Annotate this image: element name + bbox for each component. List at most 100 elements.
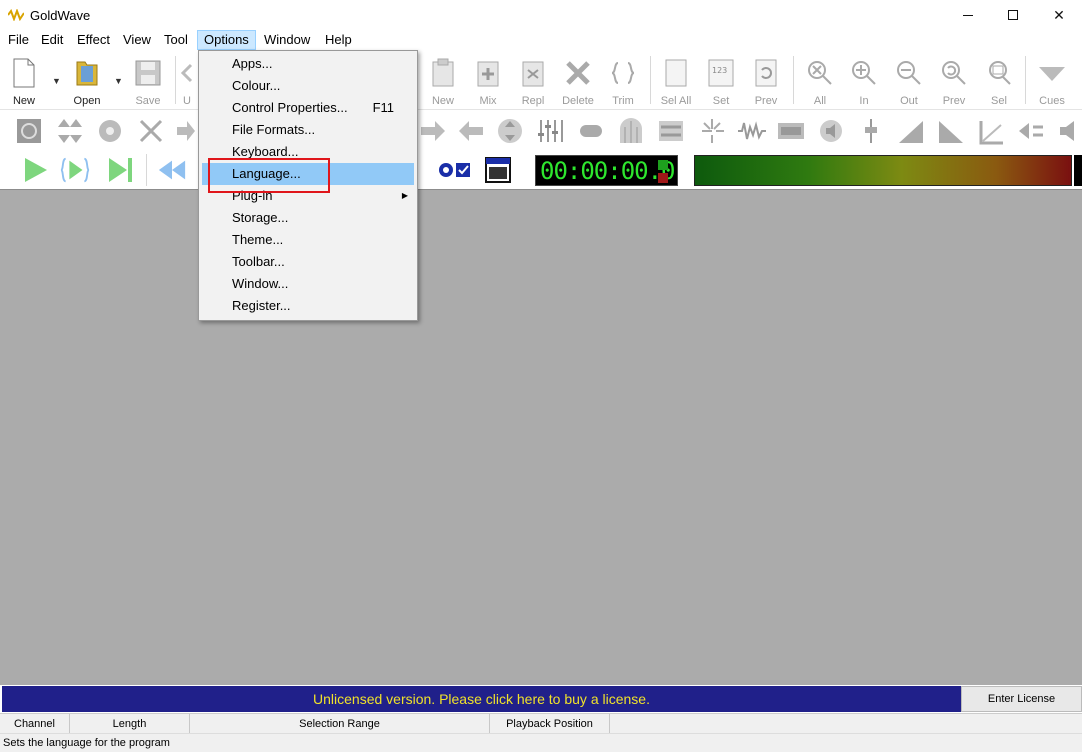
minimize-button[interactable] (945, 0, 991, 30)
menu-item-apps[interactable]: Apps... (202, 53, 414, 75)
open-button[interactable]: Open (65, 55, 109, 107)
menu-view[interactable]: View (117, 30, 157, 50)
effect-button[interactable] (976, 116, 1006, 146)
menu-item-toolbar[interactable]: Toolbar... (202, 251, 414, 273)
effect-button[interactable] (55, 116, 85, 146)
replace-icon (522, 61, 544, 87)
menu-edit[interactable]: Edit (35, 30, 69, 50)
status-length: Length (70, 714, 190, 734)
effect-button[interactable] (896, 116, 926, 146)
record-options-button[interactable] (434, 155, 474, 185)
cues-label: Cues (1039, 95, 1065, 107)
zoom-selection-icon (989, 61, 1011, 85)
menu-item-file-formats[interactable]: File Formats... (202, 119, 414, 141)
clip-new-button[interactable]: New (421, 55, 465, 107)
effect-button[interactable] (856, 116, 886, 146)
save-button[interactable]: Save (126, 55, 170, 107)
new-dropdown-icon[interactable]: ▼ (52, 76, 61, 86)
transport-toolbar: 00:00:00.0 (0, 152, 1082, 188)
arrow-right-icon (421, 121, 445, 141)
workspace-area (0, 189, 1082, 685)
menu-item-storage[interactable]: Storage... (202, 207, 414, 229)
menu-tool[interactable]: Tool (158, 30, 194, 50)
status-channel: Channel (0, 714, 70, 734)
menu-item-label: Theme... (232, 232, 284, 247)
control-window-button[interactable] (483, 155, 513, 185)
play-selection-button[interactable] (60, 155, 90, 185)
set-123-icon: 123 (708, 59, 734, 87)
menu-item-shortcut: F11 (372, 100, 394, 115)
trim-button[interactable]: Trim (601, 55, 645, 107)
select-all-button[interactable]: Sel All (654, 55, 698, 107)
shape-volume-icon (979, 121, 1003, 145)
arrow-left-icon (459, 121, 483, 141)
menu-options[interactable]: Options (197, 30, 256, 50)
status-bar: Channel Length Selection Range Playback … (0, 713, 1082, 734)
prev-selection-label: Prev (754, 95, 778, 107)
menu-item-control-properties[interactable]: Control Properties... F11 (202, 97, 414, 119)
menu-item-theme[interactable]: Theme... (202, 229, 414, 251)
open-dropdown-icon[interactable]: ▼ (114, 76, 123, 86)
effect-button[interactable] (456, 116, 486, 146)
level-meter-end (1074, 155, 1082, 186)
new-label: New (12, 95, 35, 107)
effect-button[interactable] (656, 116, 686, 146)
zoom-all-button[interactable]: All (798, 55, 842, 107)
replace-label: Repl (521, 95, 545, 107)
effect-button[interactable] (576, 116, 606, 146)
new-button[interactable]: New (2, 55, 46, 107)
control-window-icon (485, 157, 511, 183)
menu-item-register[interactable]: Register... (202, 295, 414, 317)
menu-item-colour[interactable]: Colour... (202, 75, 414, 97)
trim-label: Trim (612, 95, 634, 107)
mix-button[interactable]: Mix (466, 55, 510, 107)
save-label: Save (135, 95, 161, 107)
menu-help[interactable]: Help (319, 30, 358, 50)
effect-button[interactable] (535, 116, 565, 146)
close-button[interactable]: ✕ (1036, 0, 1082, 30)
record-check-icon (439, 163, 470, 177)
spark-icon (702, 119, 724, 143)
zoom-in-label: In (859, 95, 869, 107)
menu-item-window[interactable]: Window... (202, 273, 414, 295)
zoom-in-button[interactable]: In (842, 55, 886, 107)
prev-selection-button[interactable]: Prev (744, 55, 788, 107)
effect-button[interactable] (418, 116, 448, 146)
enter-license-button[interactable]: Enter License (961, 686, 1082, 712)
maximize-button[interactable] (990, 0, 1036, 30)
effect-button[interactable] (1016, 116, 1046, 146)
zoom-sel-button[interactable]: Sel (977, 55, 1021, 107)
license-banner[interactable]: Unlicensed version. Please click here to… (2, 686, 961, 712)
replace-button[interactable]: Repl (511, 55, 555, 107)
set-button[interactable]: 123 Set (699, 55, 743, 107)
zoom-prev-button[interactable]: Prev (932, 55, 976, 107)
clip-new-label: New (431, 95, 454, 107)
menu-effect[interactable]: Effect (71, 30, 116, 50)
menu-file[interactable]: File (2, 30, 35, 50)
effect-button[interactable] (816, 116, 846, 146)
delete-x-icon (566, 61, 590, 85)
play-button[interactable] (20, 155, 50, 185)
effect-button[interactable] (495, 116, 525, 146)
effect-button[interactable] (136, 116, 166, 146)
cues-button[interactable]: Cues (1030, 55, 1074, 107)
rewind-button[interactable] (157, 155, 187, 185)
effect-button[interactable] (776, 116, 806, 146)
zoom-in-icon (852, 61, 876, 85)
gate-icon (620, 118, 642, 143)
zoom-out-button[interactable]: Out (887, 55, 931, 107)
effect-button[interactable] (736, 116, 766, 146)
effect-button[interactable] (14, 116, 44, 146)
effect-button[interactable] (616, 116, 646, 146)
filter-icon (659, 121, 683, 141)
effect-button[interactable] (936, 116, 966, 146)
fade-in-icon (899, 121, 923, 143)
effect-button[interactable] (697, 116, 727, 146)
effect-button[interactable] (175, 116, 195, 146)
delete-button[interactable]: Delete (556, 55, 600, 107)
menu-window[interactable]: Window (258, 30, 316, 50)
effect-button[interactable] (95, 116, 125, 146)
effect-button[interactable] (1056, 116, 1082, 146)
play-to-end-button[interactable] (105, 155, 135, 185)
zoom-all-icon (808, 61, 832, 85)
